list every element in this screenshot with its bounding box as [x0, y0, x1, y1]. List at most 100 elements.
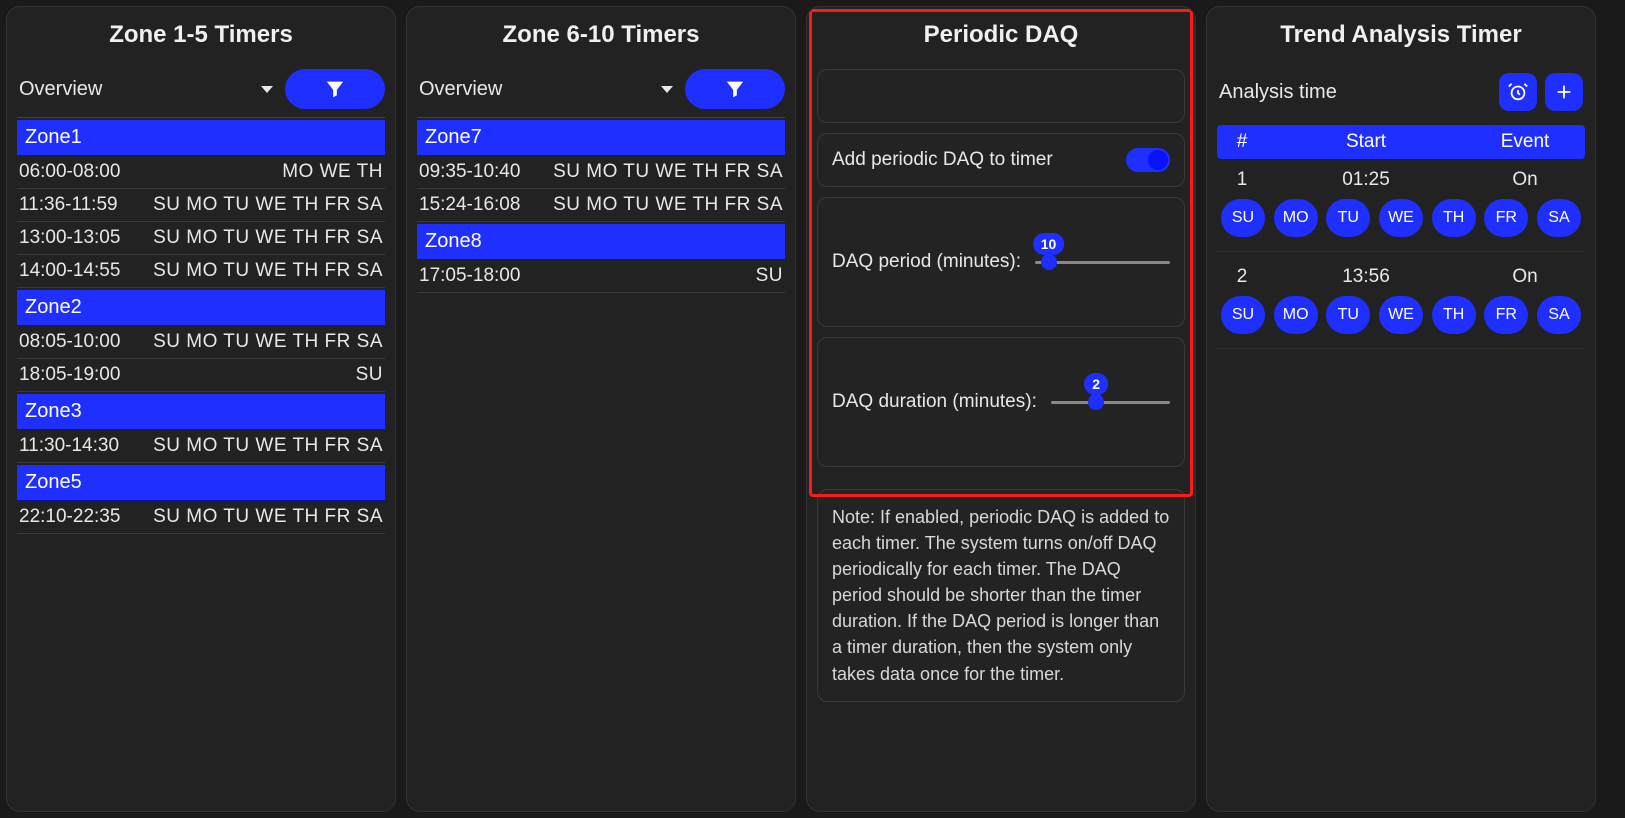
col-num: # [1217, 131, 1267, 153]
schedule-row[interactable]: 15:24-16:08 SU MO TU WE TH FR SA [417, 189, 785, 222]
trend-start: 13:56 [1267, 266, 1465, 288]
trend-num: 1 [1217, 169, 1267, 191]
schedule-row[interactable]: 18:05-19:00SU [17, 359, 385, 392]
period-slider[interactable]: 10 [1035, 247, 1170, 277]
dropdown-label: Overview [19, 78, 102, 101]
zone-header[interactable]: Zone7 [417, 120, 785, 156]
trend-row[interactable]: 101:25On [1217, 159, 1585, 195]
day-pill[interactable]: TU [1326, 199, 1370, 237]
trend-num: 2 [1217, 266, 1267, 288]
schedule-time: 06:00-08:00 [19, 161, 120, 183]
toggle-label: Add periodic DAQ to timer [832, 149, 1053, 171]
schedule-days: SU MO TU WE TH FR SA [553, 194, 783, 216]
daq-note: Note: If enabled, periodic DAQ is added … [817, 489, 1185, 702]
filter-row: Overview [17, 69, 385, 118]
schedule-time: 08:05-10:00 [19, 331, 120, 353]
day-pill[interactable]: SU [1221, 199, 1265, 237]
day-pill[interactable]: MO [1274, 296, 1318, 334]
day-pill[interactable]: SA [1537, 296, 1581, 334]
funnel-icon [724, 78, 746, 100]
alarm-clock-icon [1507, 81, 1529, 103]
zone-header[interactable]: Zone8 [417, 224, 785, 260]
schedule-days: SU MO TU WE TH FR SA [153, 331, 383, 353]
slider-thumb[interactable] [1041, 254, 1057, 270]
schedule-days: MO WE TH [282, 161, 383, 183]
day-pill[interactable]: FR [1484, 296, 1528, 334]
day-pill[interactable]: TH [1432, 296, 1476, 334]
schedule-row[interactable]: 17:05-18:00SU [417, 260, 785, 293]
duration-label: DAQ duration (minutes): [832, 391, 1037, 413]
period-label: DAQ period (minutes): [832, 251, 1021, 273]
schedule-days: SU MO TU WE TH FR SA [153, 227, 383, 249]
schedule-row[interactable]: 22:10-22:35 SU MO TU WE TH FR SA [17, 501, 385, 534]
day-pill[interactable]: MO [1274, 199, 1318, 237]
schedule-time: 11:36-11:59 [19, 194, 118, 216]
filter-button[interactable] [285, 69, 385, 109]
daq-duration-row: DAQ duration (minutes): 2 [817, 337, 1185, 467]
day-pill[interactable]: SA [1537, 199, 1581, 237]
day-pill[interactable]: FR [1484, 199, 1528, 237]
schedule-days: SU MO TU WE TH FR SA [153, 506, 383, 528]
schedule-row[interactable]: 11:36-11:59 SU MO TU WE TH FR SA [17, 189, 385, 222]
day-pill[interactable]: WE [1379, 296, 1423, 334]
schedule-days: SU MO TU WE TH FR SA [153, 435, 383, 457]
panel-title: Periodic DAQ [807, 7, 1195, 63]
slider-thumb[interactable] [1088, 394, 1104, 410]
schedule-row[interactable]: 13:00-13:05SU MO TU WE TH FR SA [17, 222, 385, 255]
trend-event: On [1465, 169, 1585, 191]
funnel-icon [324, 78, 346, 100]
add-button[interactable] [1545, 73, 1583, 111]
schedule-time: 09:35-10:40 [419, 161, 520, 183]
zone-6-10-panel: Zone 6-10 Timers Overview Zone709:35-10:… [406, 6, 796, 812]
trend-row[interactable]: 213:56On [1217, 256, 1585, 292]
trend-start: 01:25 [1267, 169, 1465, 191]
analysis-time-label: Analysis time [1219, 81, 1337, 104]
zone-header[interactable]: Zone1 [17, 120, 385, 156]
panel-title: Zone 1-5 Timers [7, 7, 395, 63]
dropdown-label: Overview [419, 78, 502, 101]
zone-list: Zone1 06:00-08:00 MO WE TH 11:36-11:59 SU MO… [17, 120, 385, 534]
schedule-days: SU [356, 364, 383, 386]
zone-header[interactable]: Zone2 [17, 290, 385, 326]
chevron-down-icon [261, 86, 273, 93]
schedule-days: SU MO TU WE TH FR SA [153, 260, 383, 282]
day-pill[interactable]: TH [1432, 199, 1476, 237]
schedule-row[interactable]: 06:00-08:00 MO WE TH [17, 156, 385, 189]
daq-toggle[interactable] [1126, 148, 1170, 172]
daq-toggle-row: Add periodic DAQ to timer [817, 133, 1185, 187]
day-pill[interactable]: WE [1379, 199, 1423, 237]
chevron-down-icon [661, 86, 673, 93]
zone-header[interactable]: Zone3 [17, 394, 385, 430]
schedule-row[interactable]: 09:35-10:40 SU MO TU WE TH FR SA [417, 156, 785, 189]
filter-row: Overview [417, 69, 785, 118]
schedule-days: SU MO TU WE TH FR SA [553, 161, 783, 183]
panel-title: Zone 6-10 Timers [407, 7, 795, 63]
schedule-time: 22:10-22:35 [19, 506, 120, 528]
schedule-row[interactable]: 14:00-14:55SU MO TU WE TH FR SA [17, 255, 385, 288]
day-pill[interactable]: SU [1221, 296, 1265, 334]
overview-dropdown[interactable]: Overview [417, 74, 675, 105]
trend-event: On [1465, 266, 1585, 288]
schedule-days: SU [756, 265, 783, 287]
daq-period-row: DAQ period (minutes): 10 [817, 197, 1185, 327]
col-start: Start [1267, 131, 1465, 153]
slider-value-bubble: 10 [1033, 233, 1065, 255]
zone-1-5-panel: Zone 1-5 Timers Overview Zone106:00-08:0… [6, 6, 396, 812]
alarm-button[interactable] [1499, 73, 1537, 111]
overview-dropdown[interactable]: Overview [17, 74, 275, 105]
filter-button[interactable] [685, 69, 785, 109]
schedule-row[interactable]: 11:30-14:30SU MO TU WE TH FR SA [17, 430, 385, 463]
slider-value-bubble: 2 [1084, 373, 1108, 395]
schedule-time: 15:24-16:08 [419, 194, 520, 216]
schedule-row[interactable]: 08:05-10:00 SU MO TU WE TH FR SA [17, 326, 385, 359]
col-event: Event [1465, 131, 1585, 153]
trend-analysis-panel: Trend Analysis Timer Analysis time # Sta… [1206, 6, 1596, 812]
day-pill[interactable]: TU [1326, 296, 1370, 334]
day-pills: SUMOTUWETHFRSA [1217, 195, 1585, 252]
plus-icon [1553, 81, 1575, 103]
schedule-days: SU MO TU WE TH FR SA [153, 194, 383, 216]
zone-header[interactable]: Zone5 [17, 465, 385, 501]
panel-title: Trend Analysis Timer [1207, 7, 1595, 63]
duration-slider[interactable]: 2 [1051, 387, 1170, 417]
periodic-daq-panel: Periodic DAQ Add periodic DAQ to timer D… [806, 6, 1196, 812]
